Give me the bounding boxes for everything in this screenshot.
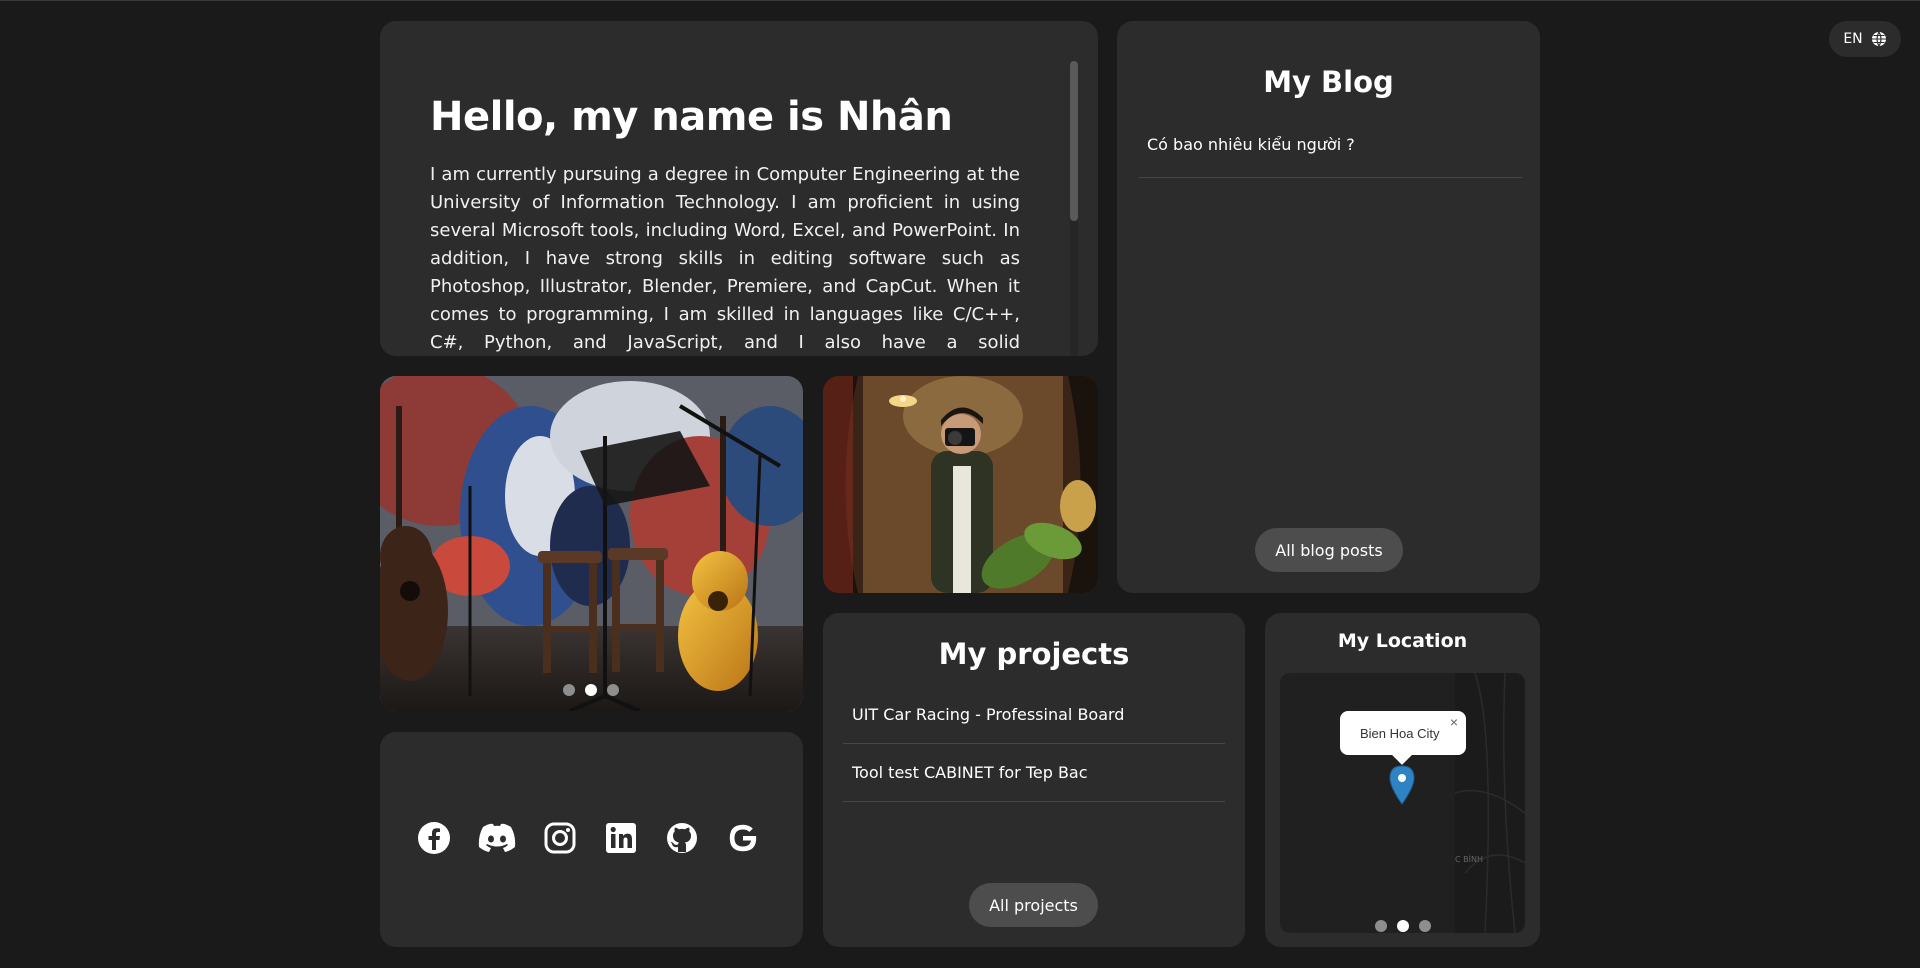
all-blog-posts-button[interactable]: All blog posts — [1255, 528, 1403, 572]
portrait-photo — [823, 376, 1098, 593]
blog-post-item[interactable]: Có bao nhiêu kiểu người ? — [1139, 125, 1522, 178]
popup-tip — [1392, 745, 1412, 765]
popup-close-icon[interactable]: × — [1450, 714, 1458, 730]
top-border — [0, 0, 1920, 1]
carousel-dot-active[interactable] — [585, 684, 597, 696]
project-item[interactable]: Tool test CABINET for Tep Bac — [843, 743, 1225, 802]
map-popup-text: Bien Hoa City — [1360, 726, 1440, 741]
intro-scrollbar-thumb[interactable] — [1070, 61, 1078, 221]
intro-scroll-area[interactable]: Hello, my name is Nhân I am currently pu… — [430, 71, 1020, 356]
facebook-icon[interactable] — [416, 820, 452, 856]
blog-title: My Blog — [1263, 65, 1394, 99]
linkedin-icon[interactable] — [603, 820, 639, 856]
photo-carousel[interactable] — [380, 376, 803, 711]
blog-post-title: Có bao nhiêu kiểu người ? — [1147, 135, 1355, 154]
instagram-icon[interactable] — [542, 820, 578, 856]
projects-title: My projects — [938, 637, 1130, 671]
globe-icon — [1871, 31, 1886, 47]
all-projects-button[interactable]: All projects — [969, 883, 1098, 927]
photo-carousel-dots — [563, 684, 619, 696]
social-card — [380, 732, 803, 947]
map-marker-icon[interactable] — [1389, 765, 1415, 805]
location-card: My Location C BÌNH Bien Hoa City × — [1265, 613, 1540, 947]
project-item[interactable]: UIT Car Racing - Professinal Board — [843, 685, 1225, 744]
projects-card: My projects UIT Car Racing - Professinal… — [823, 613, 1245, 947]
intro-title: Hello, my name is Nhân — [430, 94, 953, 140]
carousel-dot-active[interactable] — [1397, 920, 1409, 932]
discord-icon[interactable] — [477, 820, 517, 856]
carousel-dot[interactable] — [607, 684, 619, 696]
intro-card: Hello, my name is Nhân I am currently pu… — [380, 21, 1098, 356]
map-city-area — [1454, 673, 1525, 933]
social-links — [416, 820, 761, 856]
map-popup: Bien Hoa City × — [1340, 711, 1466, 765]
carousel-dot[interactable] — [1419, 920, 1431, 932]
project-title: UIT Car Racing - Professinal Board — [852, 705, 1125, 724]
location-carousel-dots — [1375, 920, 1431, 932]
location-map[interactable]: C BÌNH Bien Hoa City × — [1280, 673, 1525, 933]
photographer-photo — [823, 376, 1098, 593]
map-city-label: C BÌNH — [1455, 855, 1483, 864]
stage-photo — [380, 376, 803, 711]
blog-card: My Blog Có bao nhiêu kiểu người ? All bl… — [1117, 21, 1540, 593]
github-icon[interactable] — [664, 820, 700, 856]
intro-body: I am currently pursuing a degree in Comp… — [430, 164, 1020, 353]
language-code: EN — [1843, 31, 1863, 47]
location-title: My Location — [1337, 630, 1468, 652]
carousel-dot[interactable] — [1375, 920, 1387, 932]
carousel-dot[interactable] — [563, 684, 575, 696]
project-title: Tool test CABINET for Tep Bac — [852, 763, 1088, 782]
language-switcher[interactable]: EN — [1829, 21, 1901, 57]
google-icon[interactable] — [725, 820, 761, 856]
